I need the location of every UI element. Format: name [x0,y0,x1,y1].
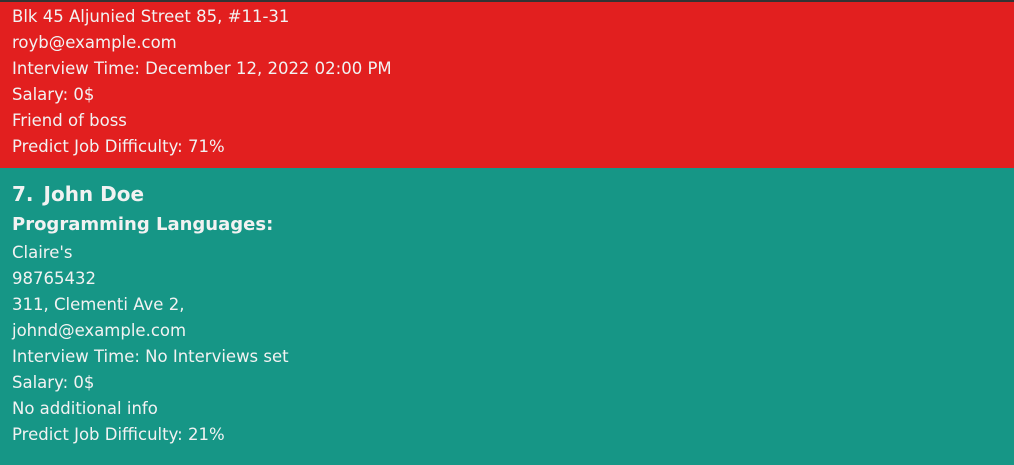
note: No additional info [12,399,158,418]
interview-time: Interview Time: No Interviews set [12,347,289,366]
applicant-index: 7. [12,182,34,206]
note: Friend of boss [12,111,127,130]
email: johnd@example.com [12,321,187,340]
salary: Salary: 0$ [12,85,95,104]
programming-languages-label: Programming Languages: [12,214,274,235]
email: royb@example.com [12,33,177,52]
applicant-name: 7. John Doe [12,180,1014,208]
address: Blk 45 Aljunied Street 85, #11-31 [12,7,290,26]
job-difficulty: Predict Job Difficulty: 21% [12,425,225,444]
interview-time: Interview Time: December 12, 2022 02:00 … [12,59,392,78]
applicant-card[interactable]: Blk 45 Aljunied Street 85, #11-31 royb@e… [0,2,1014,168]
address: 311, Clementi Ave 2, [12,295,185,314]
job-difficulty: Predict Job Difficulty: 71% [12,137,225,156]
applicant-name-text: John Doe [43,182,145,206]
salary: Salary: 0$ [12,373,95,392]
phone: 98765432 [12,269,96,288]
company: Claire's [12,243,73,262]
applicant-card[interactable]: 7. John Doe Programming Languages: Claire… [0,168,1014,465]
